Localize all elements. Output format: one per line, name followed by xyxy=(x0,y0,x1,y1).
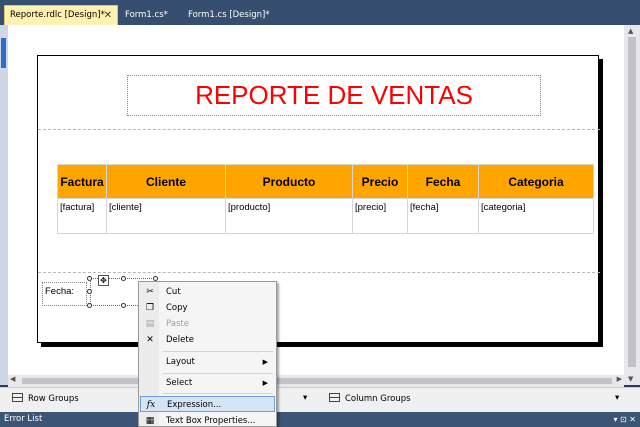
submenu-arrow-icon: ▶ xyxy=(262,358,268,366)
column-groups-label: Column Groups xyxy=(345,394,411,404)
menu-item-label: Select xyxy=(166,378,193,388)
tab-form1-cs[interactable]: Form1.cs* xyxy=(120,6,182,25)
column-header-producto[interactable]: Producto xyxy=(225,164,353,199)
scroll-right-icon[interactable]: ▶ xyxy=(617,375,622,383)
report-page[interactable]: REPORTE DE VENTAS Factura Cliente Produc… xyxy=(37,55,600,343)
table-row: [factura] [cliente] [producto] [precio] … xyxy=(57,198,594,234)
delete-icon: ✕ xyxy=(146,335,154,345)
grouping-pane: Row Groups ▾ Column Groups ▾ xyxy=(0,387,640,412)
error-list-title: Error List xyxy=(4,414,43,424)
gutter-marker xyxy=(1,38,6,68)
move-handle-icon[interactable]: ✥ xyxy=(98,275,109,286)
tab-form1-cs-design[interactable]: Form1.cs [Design]* xyxy=(183,6,273,25)
menu-item-paste[interactable]: ▤ Paste xyxy=(140,316,275,332)
cell-producto[interactable]: [producto] xyxy=(225,198,353,234)
paste-icon: ▤ xyxy=(145,319,155,329)
copy-icon: ❐ xyxy=(145,303,155,313)
scroll-thumb[interactable] xyxy=(22,378,612,384)
menu-item-label: Layout xyxy=(166,357,195,367)
menu-item-label: Delete xyxy=(166,335,194,345)
menu-item-label: Text Box Properties... xyxy=(166,416,256,426)
menu-item-select[interactable]: Select ▶ xyxy=(140,375,275,391)
tab-reporte-rdlc-design[interactable]: Reporte.rdlc [Design]* ✕ xyxy=(4,5,118,25)
fx-icon: fx xyxy=(146,400,156,410)
scissors-icon: ✂ xyxy=(146,287,154,297)
error-list-panel-header[interactable]: Error List ▾ ⊡ ✕ xyxy=(0,412,640,427)
menu-separator xyxy=(163,351,273,352)
horizontal-scrollbar[interactable]: ◀ ▶ xyxy=(8,375,624,387)
context-menu: ✂ Cut ❐ Copy ▤ Paste ✕ Delete Layout ▶ S… xyxy=(138,281,277,427)
table-header-row: Factura Cliente Producto Precio Fecha Ca… xyxy=(57,164,594,199)
menu-item-label: Expression... xyxy=(167,400,222,410)
menu-item-delete[interactable]: ✕ Delete xyxy=(140,332,275,348)
resize-handle[interactable] xyxy=(87,276,92,281)
page-header-separator xyxy=(38,129,600,130)
menu-item-label: Copy xyxy=(166,303,188,313)
vertical-scrollbar[interactable]: ▲ ▼ xyxy=(624,25,640,385)
menu-item-text-box-properties[interactable]: ▦ Text Box Properties... xyxy=(140,413,275,427)
menu-item-label: Paste xyxy=(166,319,189,329)
scroll-up-icon[interactable]: ▲ xyxy=(628,27,633,35)
column-groups-icon xyxy=(329,393,340,402)
close-icon[interactable]: ✕ xyxy=(104,6,112,25)
left-gutter xyxy=(0,25,8,385)
column-header-factura[interactable]: Factura xyxy=(57,164,107,199)
tab-label: Form1.cs [Design]* xyxy=(188,10,270,20)
cell-factura[interactable]: [factura] xyxy=(57,198,107,234)
column-header-cliente[interactable]: Cliente xyxy=(106,164,226,199)
submenu-arrow-icon: ▶ xyxy=(262,379,268,387)
document-tab-strip: Reporte.rdlc [Design]* ✕ Form1.cs* Form1… xyxy=(0,0,640,25)
menu-item-label: Cut xyxy=(166,287,181,297)
menu-item-cut[interactable]: ✂ Cut xyxy=(140,284,275,300)
menu-separator xyxy=(163,373,273,374)
panel-window-buttons[interactable]: ▾ ⊡ ✕ xyxy=(613,412,636,427)
resize-handle[interactable] xyxy=(87,289,92,294)
page-footer-separator xyxy=(38,272,600,273)
tab-label: Form1.cs* xyxy=(125,10,168,20)
report-design-surface[interactable]: REPORTE DE VENTAS Factura Cliente Produc… xyxy=(8,25,624,375)
column-header-precio[interactable]: Precio xyxy=(352,164,408,199)
chevron-down-icon[interactable]: ▾ xyxy=(303,393,307,403)
scroll-thumb[interactable] xyxy=(628,37,636,367)
column-groups-header[interactable]: Column Groups ▾ xyxy=(329,393,619,404)
row-groups-icon xyxy=(12,393,23,402)
resize-handle[interactable] xyxy=(121,303,126,308)
menu-separator xyxy=(163,393,273,394)
cell-categoria[interactable]: [categoria] xyxy=(478,198,594,234)
tab-label: Reporte.rdlc [Design]* xyxy=(10,10,105,20)
cell-precio[interactable]: [precio] xyxy=(352,198,408,234)
resize-handle[interactable] xyxy=(121,276,126,281)
scroll-left-icon[interactable]: ◀ xyxy=(10,375,15,383)
resize-handle[interactable] xyxy=(87,303,92,308)
chevron-down-icon[interactable]: ▾ xyxy=(615,393,619,403)
report-title-textbox[interactable]: REPORTE DE VENTAS xyxy=(127,75,541,116)
row-groups-header[interactable]: Row Groups ▾ xyxy=(12,393,307,404)
menu-item-layout[interactable]: Layout ▶ xyxy=(140,354,275,370)
column-header-fecha[interactable]: Fecha xyxy=(407,164,479,199)
cell-cliente[interactable]: [cliente] xyxy=(106,198,226,234)
fecha-label-textbox[interactable]: Fecha: xyxy=(42,282,87,306)
menu-item-copy[interactable]: ❐ Copy xyxy=(140,300,275,316)
properties-icon: ▦ xyxy=(145,416,155,426)
row-groups-label: Row Groups xyxy=(28,394,79,404)
report-tablix[interactable]: Factura Cliente Producto Precio Fecha Ca… xyxy=(57,164,594,234)
scroll-down-icon[interactable]: ▼ xyxy=(628,375,633,383)
cell-fecha[interactable]: [fecha] xyxy=(407,198,479,234)
column-header-categoria[interactable]: Categoria xyxy=(478,164,594,199)
menu-item-expression[interactable]: fx Expression... xyxy=(140,396,275,412)
